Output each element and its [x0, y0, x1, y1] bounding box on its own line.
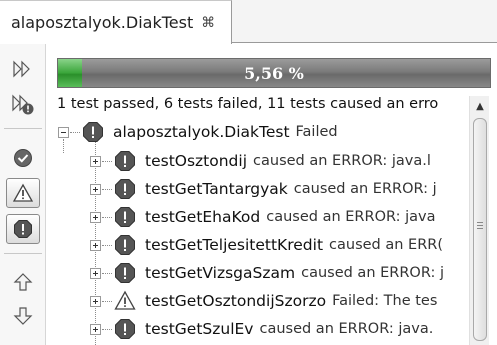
next-failure-button[interactable]	[6, 301, 40, 331]
tree-connector	[102, 272, 112, 274]
vertical-scrollbar[interactable]: ▲	[469, 96, 489, 345]
tree-connector	[102, 188, 112, 190]
tree-row-test[interactable]: testGetEhaKod caused an ERROR: java	[90, 203, 435, 231]
tree-row-test[interactable]: testGetSzulEv caused an ERROR: java.	[90, 315, 433, 343]
suite-name: alaposztalyok.DiakTest	[113, 123, 290, 141]
error-icon	[113, 149, 137, 173]
test-status: caused an ERROR: java	[266, 209, 436, 225]
tree-connector	[102, 328, 112, 330]
next-failure-icon	[13, 307, 33, 325]
show-failures-button[interactable]	[6, 178, 40, 208]
tree-row-test[interactable]: testOsztondij caused an ERROR: java.l	[90, 147, 431, 175]
error-icon	[81, 120, 105, 144]
test-progress-bar: 5,56 %	[57, 58, 491, 88]
tree-connector	[102, 160, 112, 162]
show-errors-icon	[14, 220, 32, 238]
test-status: caused an ERR(	[329, 237, 444, 253]
test-results-toolbar	[0, 44, 46, 345]
rerun-button[interactable]	[6, 54, 40, 84]
warning-icon	[113, 289, 137, 313]
test-name: testGetTeljesitettKredit	[145, 236, 324, 254]
thumb-grip	[477, 228, 483, 229]
test-name: testGetSzulEv	[145, 320, 254, 338]
test-status: caused an ERROR: j	[293, 181, 437, 197]
toolbar-separator	[4, 128, 42, 129]
scrollbar-thumb[interactable]	[473, 118, 487, 341]
rerun-failed-button[interactable]	[6, 90, 40, 120]
expand-toggle[interactable]	[90, 239, 101, 251]
test-name: testGetVizsgaSzam	[145, 264, 296, 282]
tab-label: alaposztalyok.DiakTest	[11, 13, 194, 32]
test-name: testOsztondij	[145, 152, 248, 170]
previous-failure-icon	[13, 273, 33, 291]
collapse-toggle[interactable]	[58, 126, 69, 138]
rerun-failed-icon	[12, 94, 34, 115]
tree-row-test[interactable]: testGetTantargyak caused an ERROR: j	[90, 175, 437, 203]
progress-label: 5,56 %	[244, 63, 304, 83]
show-errors-button[interactable]	[6, 214, 40, 244]
tree-row-test[interactable]: testGetVizsgaSzam caused an ERROR: j	[90, 259, 444, 287]
thumb-grip	[477, 225, 483, 226]
test-name: testGetEhaKod	[145, 208, 261, 226]
toolbar-separator	[4, 253, 42, 254]
error-icon	[113, 261, 137, 285]
tree-row-root[interactable]: alaposztalyok.DiakTest Failed	[58, 118, 338, 146]
expand-toggle[interactable]	[90, 211, 101, 223]
error-icon	[113, 177, 137, 201]
show-passed-button[interactable]	[6, 143, 40, 173]
tree-connector	[70, 131, 80, 133]
rerun-icon	[13, 60, 30, 78]
error-icon	[113, 317, 137, 341]
expand-toggle[interactable]	[90, 323, 101, 335]
test-summary: 1 test passed, 6 tests failed, 11 tests …	[57, 96, 439, 112]
tab-close-icon[interactable]: ⌘	[201, 15, 215, 31]
tab-diaktest[interactable]: alaposztalyok.DiakTest ⌘	[0, 0, 232, 44]
tree-connector	[102, 216, 112, 218]
test-name: testGetOsztondijSzorzo	[145, 292, 327, 310]
tree-connector	[102, 244, 112, 246]
suite-status: Failed	[295, 124, 338, 140]
error-icon	[113, 233, 137, 257]
thumb-grip	[477, 222, 483, 223]
test-status: caused an ERROR: java.	[259, 321, 434, 337]
test-results-tree[interactable]: alaposztalyok.DiakTest Failed testOszton…	[57, 118, 469, 345]
show-failures-icon	[12, 183, 34, 202]
test-status: Failed: The tes	[332, 293, 438, 309]
tab-strip: alaposztalyok.DiakTest ⌘	[0, 0, 497, 44]
expand-toggle[interactable]	[90, 183, 101, 195]
tree-row-test[interactable]: testGetOsztondijSzorzo Failed: The tes	[90, 287, 437, 315]
test-status: caused an ERROR: java.l	[253, 153, 431, 169]
previous-failure-button[interactable]	[6, 267, 40, 297]
expand-toggle[interactable]	[90, 267, 101, 279]
tree-row-test[interactable]: testGetTeljesitettKredit caused an ERR(	[90, 231, 443, 259]
expand-toggle[interactable]	[90, 295, 101, 307]
expand-toggle[interactable]	[90, 155, 101, 167]
scroll-up-arrow-icon[interactable]: ▲	[470, 98, 490, 114]
test-name: testGetTantargyak	[145, 180, 288, 198]
show-passed-icon	[14, 149, 32, 167]
tree-connector	[102, 300, 112, 302]
error-icon	[113, 205, 137, 229]
test-status: caused an ERROR: j	[301, 265, 444, 281]
